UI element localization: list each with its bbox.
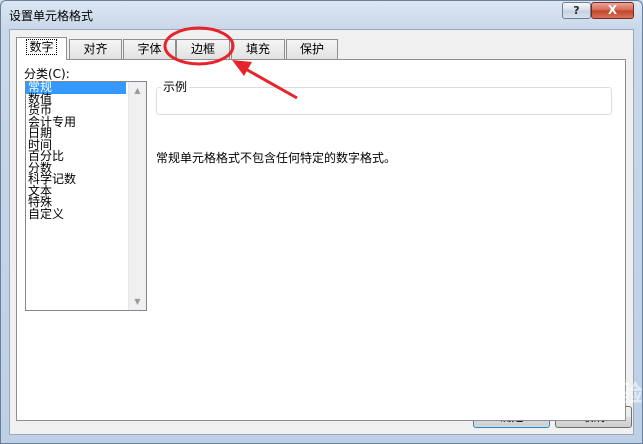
format-cells-dialog: 设置单元格格式 ? X 数字 对齐 字体 边框 填充 保护 分类(C): 常规 … [0,0,643,444]
help-button[interactable]: ? [562,2,591,19]
listbox-scrollbar[interactable]: ▲ ▼ [128,82,146,310]
tab-label: 填充 [245,42,270,56]
tab-protection[interactable]: 保护 [286,39,338,59]
number-tab-panel: 分类(C): 常规 数值 货币 会计专用 日期 时间 百分比 分数 科学记数 文… [16,59,626,421]
dialog-title: 设置单元格格式 [9,9,94,23]
close-button[interactable]: X [591,2,634,19]
tab-label: 边框 [190,42,215,56]
tab-label: 字体 [137,42,162,56]
format-description: 常规单元格格式不包含任何特定的数字格式。 [156,151,397,165]
tab-border[interactable]: 边框 [176,39,230,59]
tab-label: 保护 [299,42,324,56]
scroll-up-arrow-icon[interactable]: ▲ [129,82,146,99]
tab-font[interactable]: 字体 [123,39,176,59]
dialog-body: 数字 对齐 字体 边框 填充 保护 分类(C): 常规 数值 货币 会计专用 日… [9,29,634,435]
sample-label: 示例 [161,78,190,95]
scroll-down-arrow-icon[interactable]: ▼ [129,293,146,310]
category-listbox[interactable]: 常规 数值 货币 会计专用 日期 时间 百分比 分数 科学记数 文本 特殊 自定… [25,81,147,311]
tab-number[interactable]: 数字 [16,37,67,60]
sample-box [156,87,612,115]
tab-label: 数字 [26,39,57,55]
tab-label: 对齐 [83,42,108,56]
tab-fill[interactable]: 填充 [231,39,285,59]
tab-alignment[interactable]: 对齐 [69,39,122,59]
title-bar[interactable]: 设置单元格格式 ? X [1,1,642,27]
